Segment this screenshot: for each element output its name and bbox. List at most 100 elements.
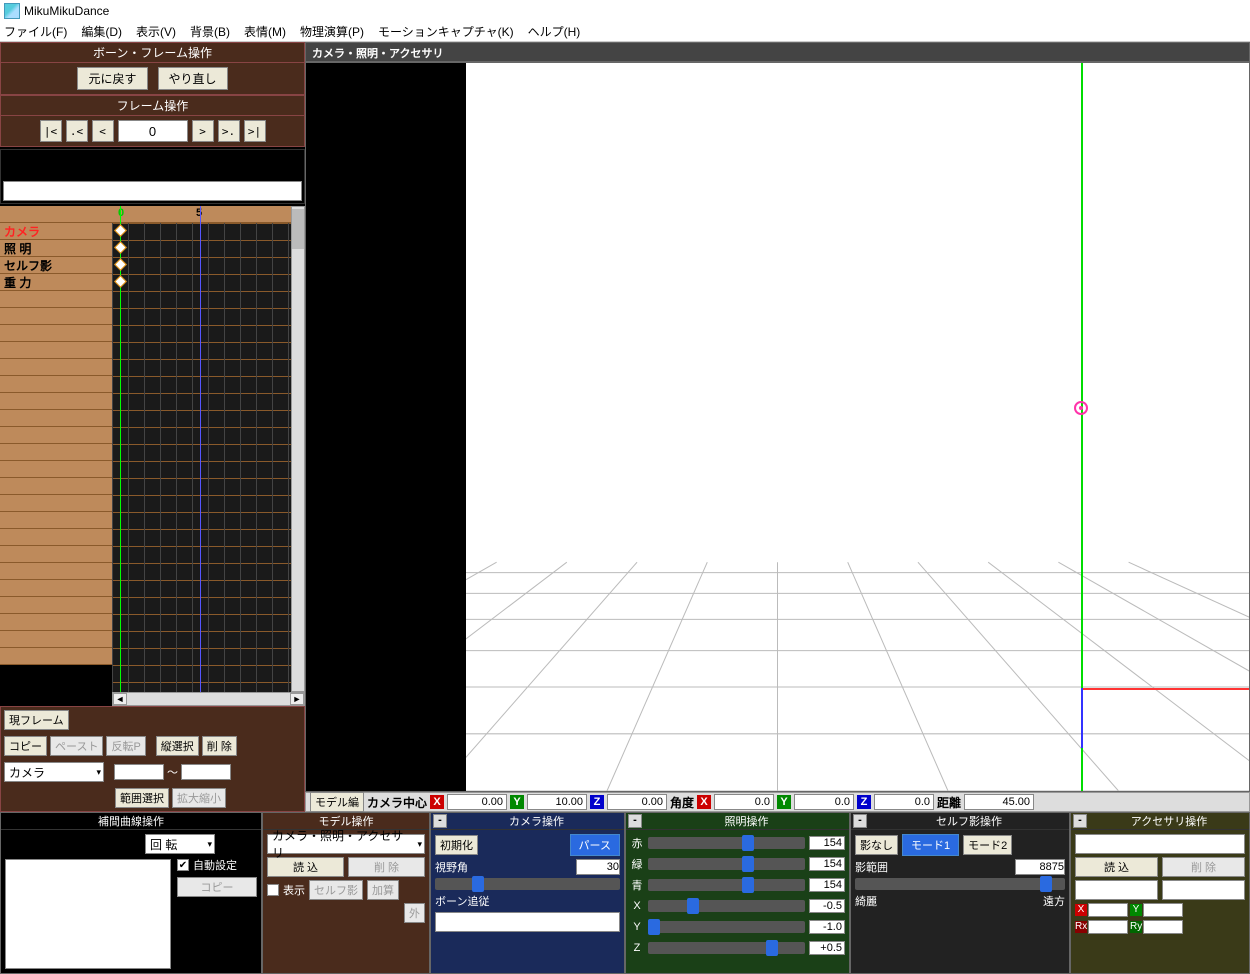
cam-x[interactable]: 0.00 (447, 794, 507, 810)
current-frame-button[interactable]: 現フレーム (4, 710, 69, 730)
acc-y-input[interactable] (1143, 903, 1183, 917)
light-y-slider[interactable] (648, 921, 805, 933)
fov-input[interactable] (576, 859, 620, 875)
selfshadow-button[interactable]: セルフ影 (309, 880, 363, 900)
interp-mode-select[interactable]: 回 転 (145, 834, 215, 854)
minimize-icon[interactable]: - (433, 814, 447, 828)
nav-prev-button[interactable]: < (92, 120, 114, 142)
cam-y[interactable]: 10.00 (527, 794, 587, 810)
acc-parent-select[interactable] (1075, 880, 1158, 900)
track-selfshadow[interactable]: セルフ影 (0, 257, 112, 274)
model-select[interactable]: カメラ・照明・アクセサリ (267, 834, 425, 854)
track-text-input[interactable] (3, 181, 302, 201)
frame-number-input[interactable] (118, 120, 188, 142)
nav-prev-key-button[interactable]: .< (66, 120, 88, 142)
light-b-value[interactable]: 154 (809, 878, 845, 892)
menu-physics[interactable]: 物理演算(P) (300, 23, 364, 40)
light-g-slider[interactable] (648, 858, 805, 870)
light-r-value[interactable]: 154 (809, 836, 845, 850)
bone-follow-select[interactable]: なし (435, 912, 620, 932)
range-select-button[interactable]: 範囲選択 (115, 788, 169, 808)
range-to-input[interactable] (181, 764, 231, 780)
track-grid[interactable]: 0 5 (112, 206, 291, 692)
app-title: MikuMikuDance (24, 4, 109, 18)
nav-next-button[interactable]: > (192, 120, 214, 142)
timeline-hscroll[interactable]: ◄ ► (112, 692, 305, 706)
camera-target-marker[interactable] (1074, 401, 1088, 415)
cam-dist[interactable]: 45.00 (964, 794, 1034, 810)
shadow-off-button[interactable]: 影なし (855, 835, 898, 855)
nav-first-button[interactable]: |< (40, 120, 62, 142)
cam-init-button[interactable]: 初期化 (435, 835, 478, 855)
menu-file[interactable]: ファイル(F) (4, 23, 67, 40)
ext-button[interactable]: 外 (404, 903, 425, 923)
perspective-toggle[interactable]: パース (570, 834, 620, 856)
zoom-button[interactable]: 拡大縮小 (172, 788, 226, 808)
menu-bg[interactable]: 背景(B) (190, 23, 230, 40)
range-from-input[interactable] (114, 764, 164, 780)
shadow-range-input[interactable] (1015, 859, 1065, 875)
ang-y[interactable]: 0.0 (794, 794, 854, 810)
cam-z[interactable]: 0.00 (607, 794, 667, 810)
menu-help[interactable]: ヘルプ(H) (528, 23, 581, 40)
acc-ry-input[interactable] (1143, 920, 1183, 934)
minimize-icon[interactable]: - (628, 814, 642, 828)
timeline: カメラ 照 明 セルフ影 重 力 0 5 (0, 206, 305, 692)
shadow-mode2-button[interactable]: モード2 (963, 835, 1012, 855)
track-gravity[interactable]: 重 力 (0, 274, 112, 291)
show-checkbox[interactable] (267, 884, 279, 896)
timeline-vscroll[interactable] (291, 206, 305, 692)
light-b-slider[interactable] (648, 879, 805, 891)
undo-button[interactable]: 元に戻す (77, 67, 147, 90)
light-z-slider[interactable] (648, 942, 805, 954)
track-camera[interactable]: カメラ (0, 223, 112, 240)
light-x-value[interactable]: -0.5 (809, 899, 845, 913)
light-y-value[interactable]: -1.0 (809, 920, 845, 934)
copy-button[interactable]: コピー (4, 736, 47, 756)
axis-x (1081, 688, 1249, 690)
track-names: カメラ 照 明 セルフ影 重 力 (0, 206, 112, 692)
shadow-range-slider[interactable] (855, 878, 1065, 890)
track-light[interactable]: 照 明 (0, 240, 112, 257)
delete-button[interactable]: 削 除 (202, 736, 237, 756)
light-g-value[interactable]: 154 (809, 857, 845, 871)
menu-mocap[interactable]: モーションキャプチャ(K) (378, 23, 514, 40)
vselect-button[interactable]: 縦選択 (156, 736, 199, 756)
acc-load-button[interactable]: 読 込 (1075, 857, 1158, 877)
frame-ops-panel: フレーム操作 |< .< < > >. >| (0, 95, 305, 147)
fov-slider[interactable] (435, 878, 620, 890)
acc-select[interactable] (1075, 834, 1245, 854)
light-r-slider[interactable] (648, 837, 805, 849)
acc-x-input[interactable] (1088, 903, 1128, 917)
menu-view[interactable]: 表示(V) (136, 23, 176, 40)
nav-last-button[interactable]: >| (244, 120, 266, 142)
acc-delete-button[interactable]: 削 除 (1162, 857, 1245, 877)
acc-rx-input[interactable] (1088, 920, 1128, 934)
interp-copy-button[interactable]: コピー (177, 877, 257, 897)
menu-edit[interactable]: 編集(D) (81, 23, 122, 40)
menu-face[interactable]: 表情(M) (244, 23, 286, 40)
axis-z-label: Z (590, 795, 604, 809)
light-z-value[interactable]: +0.5 (809, 941, 845, 955)
axis-y (1081, 63, 1083, 791)
light-x-slider[interactable] (648, 900, 805, 912)
model-ops-panel: モデル操作 カメラ・照明・アクセサリ 読 込削 除 表示セルフ影加算 外 (262, 812, 430, 974)
redo-button[interactable]: やり直し (158, 67, 228, 90)
add-button[interactable]: 加算 (367, 880, 399, 900)
interp-curve-canvas[interactable] (5, 859, 171, 969)
paste-button[interactable]: ペースト (50, 736, 103, 756)
shadow-mode1-button[interactable]: モード1 (902, 834, 959, 856)
nav-next-key-button[interactable]: >. (218, 120, 240, 142)
acc-bone-select[interactable] (1162, 880, 1245, 900)
viewport-canvas[interactable] (305, 62, 1250, 792)
minimize-icon[interactable]: - (853, 814, 867, 828)
hscroll-left[interactable]: ◄ (113, 693, 127, 705)
flip-button[interactable]: 反転P (106, 736, 145, 756)
auto-checkbox[interactable]: ✔ (177, 859, 189, 871)
ang-z[interactable]: 0.0 (874, 794, 934, 810)
track-select[interactable]: カメラ (4, 762, 104, 782)
ang-x[interactable]: 0.0 (714, 794, 774, 810)
minimize-icon[interactable]: - (1073, 814, 1087, 828)
hscroll-right[interactable]: ► (290, 693, 304, 705)
model-edit-button[interactable]: モデル編 (310, 792, 364, 812)
